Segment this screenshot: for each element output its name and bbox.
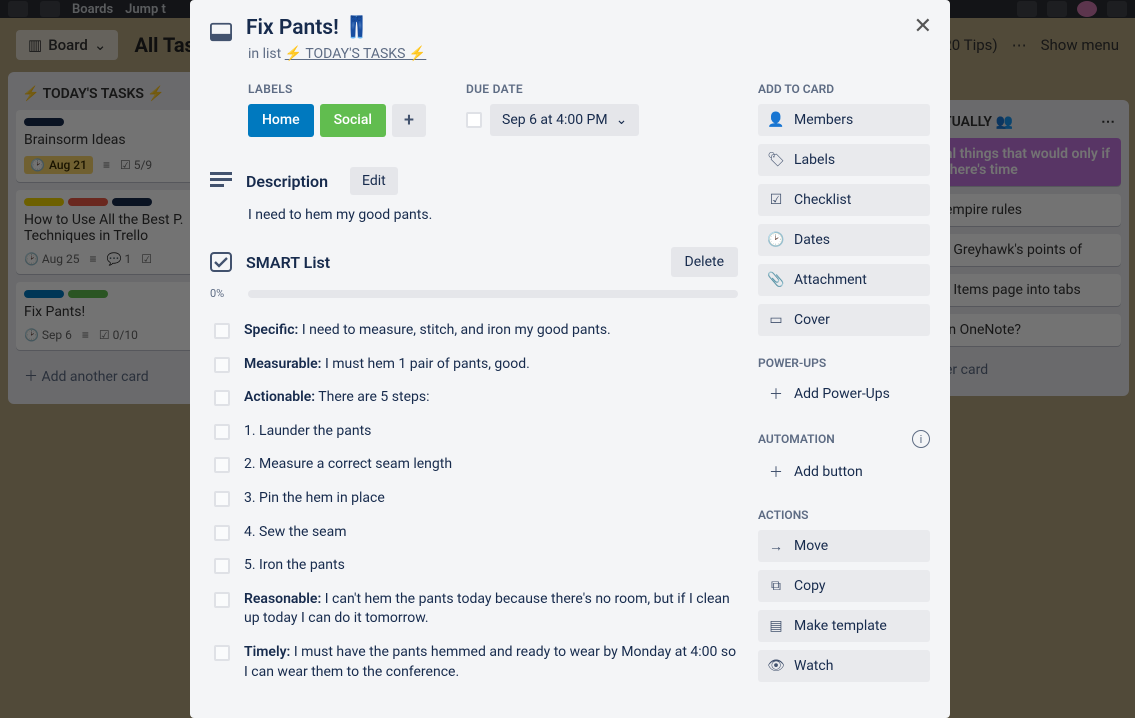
add-automation-button[interactable]: ＋Add button	[758, 456, 930, 488]
copy-icon: ⧉	[768, 578, 784, 594]
due-date-text: Sep 6 at 4:00 PM	[502, 112, 608, 128]
cover-icon: ▭	[768, 312, 784, 328]
checklist-item-text: 2. Measure a correct seam length	[244, 455, 452, 475]
checklist-item[interactable]: 2. Measure a correct seam length	[210, 448, 738, 482]
delete-checklist-button[interactable]: Delete	[671, 247, 738, 277]
checklist-item[interactable]: 1. Launder the pants	[210, 415, 738, 449]
edit-description-button[interactable]: Edit	[350, 167, 398, 195]
checklist-item[interactable]: Reasonable: I can't hem the pants today …	[210, 583, 738, 636]
cover-button[interactable]: ▭Cover	[758, 304, 930, 336]
automation-heading: AUTOMATION	[758, 432, 835, 446]
template-icon: ▤	[768, 618, 784, 634]
checklist-item[interactable]: Timely: I must have the pants hemmed and…	[210, 636, 738, 689]
close-icon[interactable]: ✕	[914, 14, 932, 39]
plus-icon: ＋	[768, 464, 784, 480]
checklist-item-text: 1. Launder the pants	[244, 422, 371, 442]
attachment-button[interactable]: 📎Attachment	[758, 264, 930, 296]
checklist-item-checkbox[interactable]	[214, 390, 230, 406]
checklist-item-text: 3. Pin the hem in place	[244, 489, 385, 509]
checklist-item-checkbox[interactable]	[214, 491, 230, 507]
add-powerups-button[interactable]: ＋Add Power-Ups	[758, 378, 930, 410]
label-social[interactable]: Social	[320, 104, 386, 137]
dates-button[interactable]: 🕑Dates	[758, 224, 930, 256]
checklist-icon	[210, 252, 232, 272]
info-icon[interactable]: i	[912, 430, 930, 448]
checklist-item[interactable]: Measurable: I must hem 1 pair of pants, …	[210, 348, 738, 382]
in-list-link[interactable]: ⚡ TODAY'S TASKS ⚡	[285, 46, 427, 62]
checklist-item[interactable]: Actionable: There are 5 steps:	[210, 381, 738, 415]
labels-icon: 🏷	[768, 152, 784, 168]
attachment-icon: 📎	[768, 272, 784, 288]
make-template-button[interactable]: ▤Make template	[758, 610, 930, 642]
progress-bar	[248, 290, 738, 298]
checklist-item-checkbox[interactable]	[214, 357, 230, 373]
powerups-heading: POWER-UPS	[758, 356, 930, 370]
checklist-item-text: Measurable: I must hem 1 pair of pants, …	[244, 355, 530, 375]
checklist-item-text: Reasonable: I can't hem the pants today …	[244, 590, 738, 629]
in-list-text: in list ⚡ TODAY'S TASKS ⚡	[248, 46, 930, 62]
checklist-item[interactable]: 4. Sew the seam	[210, 516, 738, 550]
labels-heading: LABELS	[248, 82, 426, 96]
checklist-item-checkbox[interactable]	[214, 592, 230, 608]
clock-icon: 🕑	[768, 232, 784, 248]
add-to-card-heading: ADD TO CARD	[758, 82, 930, 96]
description-heading: Description	[246, 172, 328, 191]
copy-button[interactable]: ⧉Copy	[758, 570, 930, 602]
checklist-item[interactable]: Specific: I need to measure, stitch, and…	[210, 314, 738, 348]
labels-button[interactable]: 🏷Labels	[758, 144, 930, 176]
checklist-item-text: 4. Sew the seam	[244, 523, 347, 543]
members-icon: 👤	[768, 112, 784, 128]
checklist-item-checkbox[interactable]	[214, 645, 230, 661]
members-button[interactable]: 👤Members	[758, 104, 930, 136]
add-label-button[interactable]: +	[392, 104, 426, 137]
checklist-item-text: Timely: I must have the pants hemmed and…	[244, 643, 738, 682]
checklist-item-text: 5. Iron the pants	[244, 556, 345, 576]
card-title[interactable]: Fix Pants! 👖	[246, 16, 370, 40]
checklist-item[interactable]: 5. Iron the pants	[210, 549, 738, 583]
progress-percent: 0%	[210, 287, 238, 300]
checklist-item-checkbox[interactable]	[214, 525, 230, 541]
checklist-item-text: Specific: I need to measure, stitch, and…	[244, 321, 611, 341]
due-date-button[interactable]: Sep 6 at 4:00 PM ⌄	[490, 104, 639, 136]
arrow-right-icon: →	[768, 538, 784, 554]
chevron-down-icon: ⌄	[616, 112, 628, 128]
due-complete-checkbox[interactable]	[466, 112, 482, 128]
checklist-item-text: Actionable: There are 5 steps:	[244, 388, 429, 408]
card-detail-modal: ✕ Fix Pants! 👖 in list ⚡ TODAY'S TASKS ⚡…	[190, 0, 950, 718]
move-button[interactable]: →Move	[758, 530, 930, 562]
description-icon	[210, 172, 232, 190]
eye-icon: 👁	[768, 658, 784, 674]
description-text[interactable]: I need to hem my good pants.	[248, 207, 738, 223]
checklist-item-checkbox[interactable]	[214, 558, 230, 574]
actions-heading: ACTIONS	[758, 508, 930, 522]
due-heading: DUE DATE	[466, 82, 639, 96]
watch-button[interactable]: 👁Watch	[758, 650, 930, 682]
checklist-button[interactable]: ☑Checklist	[758, 184, 930, 216]
checklist-icon: ☑	[768, 192, 784, 208]
checklist-item-checkbox[interactable]	[214, 457, 230, 473]
card-icon	[210, 22, 232, 42]
plus-icon: ＋	[768, 386, 784, 402]
checklist-item[interactable]: 3. Pin the hem in place	[210, 482, 738, 516]
label-home[interactable]: Home	[248, 104, 314, 137]
checklist-title[interactable]: SMART List	[246, 253, 657, 272]
checklist-item-checkbox[interactable]	[214, 323, 230, 339]
checklist-item-checkbox[interactable]	[214, 424, 230, 440]
